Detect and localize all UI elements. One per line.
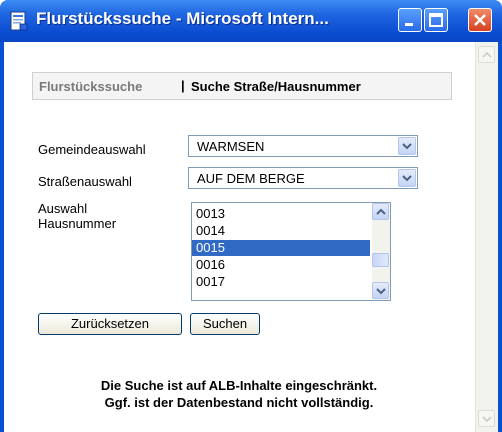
chevron-up-icon xyxy=(376,208,386,215)
page-content: Flurstückssuche | Suche Straße/Hausnumme… xyxy=(4,42,498,432)
gemeinde-label: Gemeindeauswahl xyxy=(38,142,146,157)
close-button[interactable] xyxy=(468,8,492,32)
maximize-icon xyxy=(429,13,443,27)
hausnummer-option-selected[interactable]: 0015 xyxy=(192,240,370,256)
strasse-select[interactable]: AUF DEM BERGE xyxy=(188,167,418,189)
notice-line-2: Ggf. ist der Datenbestand nicht vollstän… xyxy=(104,395,374,410)
hausnummer-label-line2: Hausnummer xyxy=(38,216,117,231)
close-icon xyxy=(474,14,486,26)
chevron-down-icon xyxy=(402,175,412,182)
hausnummer-listbox[interactable]: 0013 0014 0015 0016 0017 xyxy=(191,202,391,301)
window-title: Flurstückssuche - Microsoft Intern... xyxy=(36,9,329,28)
chevron-down-icon xyxy=(482,416,492,423)
chevron-up-icon xyxy=(482,51,492,58)
navigation-tabs: Flurstückssuche | Suche Straße/Hausnumme… xyxy=(32,72,452,100)
chevron-down-icon xyxy=(402,143,412,150)
hausnummer-option[interactable]: 0013 xyxy=(192,206,370,222)
gemeinde-value: WARMSEN xyxy=(197,139,265,154)
gemeinde-dropdown-button[interactable] xyxy=(398,137,416,155)
tab-flurstueckssuche[interactable]: Flurstückssuche xyxy=(39,79,142,94)
tab-suche-strasse[interactable]: Suche Straße/Hausnummer xyxy=(191,79,361,94)
hausnummer-option[interactable]: 0017 xyxy=(192,274,370,290)
search-button[interactable]: Suchen xyxy=(190,313,260,335)
listbox-scroll-up-button[interactable] xyxy=(372,203,389,220)
notice-line-1: Die Suche ist auf ALB-Inhalte eingeschrä… xyxy=(100,378,378,393)
browser-window: Flurstückssuche - Microsoft Intern... Fl… xyxy=(0,0,502,432)
minimize-button[interactable] xyxy=(398,8,422,32)
gemeinde-select[interactable]: WARMSEN xyxy=(188,135,418,157)
page-scrollbar[interactable] xyxy=(475,42,498,432)
hausnummer-label-line1: Auswahl xyxy=(38,201,88,216)
minimize-icon xyxy=(405,23,413,26)
page-scroll-down-button[interactable] xyxy=(478,410,495,427)
strasse-dropdown-button[interactable] xyxy=(398,169,416,187)
page-scroll-up-button[interactable] xyxy=(478,46,495,63)
listbox-scroll-thumb[interactable] xyxy=(372,253,389,267)
hausnummer-option[interactable]: 0016 xyxy=(192,257,370,273)
listbox-scrollbar[interactable] xyxy=(372,203,390,300)
maximize-button[interactable] xyxy=(424,8,448,32)
ie-document-icon xyxy=(10,11,28,31)
strasse-label: Straßenauswahl xyxy=(38,174,132,189)
chevron-down-icon xyxy=(376,288,386,295)
reset-button[interactable]: Zurücksetzen xyxy=(38,313,182,335)
listbox-scroll-down-button[interactable] xyxy=(372,282,389,299)
title-bar[interactable]: Flurstückssuche - Microsoft Intern... xyxy=(0,0,502,42)
hausnummer-option[interactable]: 0014 xyxy=(192,223,370,239)
tab-separator: | xyxy=(181,78,185,93)
strasse-value: AUF DEM BERGE xyxy=(197,171,305,186)
